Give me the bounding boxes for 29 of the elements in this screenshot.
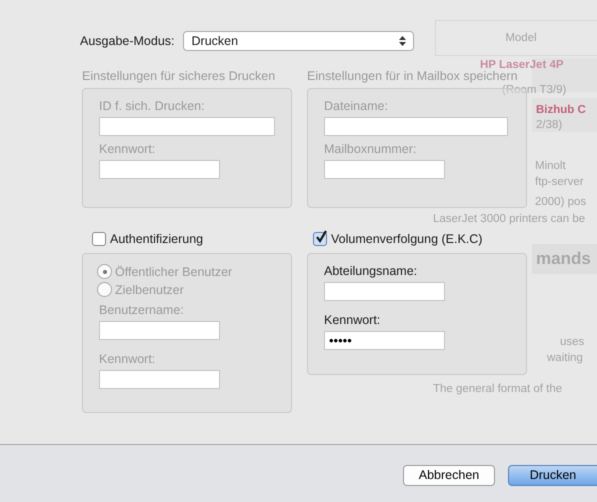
paragraph-text: LaserJet 3000 printers can be	[433, 213, 586, 225]
field-label: Kennwort:	[99, 142, 156, 156]
field-label: Kennwort:	[324, 313, 380, 327]
output-mode-select[interactable]: Drucken	[182, 31, 414, 51]
room-text: 2/38)	[536, 119, 562, 131]
cancel-button[interactable]: Abbrechen	[403, 464, 495, 486]
paragraph-text: waiting	[547, 352, 583, 364]
input-field[interactable]	[324, 282, 445, 301]
section-title: Einstellungen für in Mailbox speichern	[307, 69, 518, 83]
field-label: Abteilungsname:	[324, 264, 418, 278]
field-label: Benutzername:	[99, 303, 184, 317]
field-label: Dateiname:	[324, 99, 388, 113]
paragraph-text: Minolt	[535, 160, 566, 172]
paragraph-text: ftp-server	[535, 176, 584, 188]
print-button[interactable]: Drucken	[508, 464, 597, 486]
output-mode-label: Ausgabe-Modus:	[80, 34, 175, 48]
updown-arrows-icon	[398, 36, 406, 46]
section-title: Einstellungen für sicheres Drucken	[82, 69, 276, 83]
paragraph-text: The general format of the	[433, 383, 562, 395]
printer-name: Bizhub C	[536, 104, 586, 116]
printer-name: HP LaserJet 4P	[480, 59, 564, 71]
paragraph-text: uses	[560, 336, 584, 348]
field-label: ID f. sich. Drucken:	[99, 99, 205, 113]
checkbox[interactable]: Volumenverfolgung (E.K.C)	[313, 232, 482, 246]
field-label: Mailboxnummer:	[324, 142, 416, 156]
paragraph-text: 2000) pos	[535, 196, 586, 208]
field-label: Kennwort:	[99, 352, 156, 366]
table-header: Model	[435, 20, 597, 56]
input-field[interactable]: •••••	[324, 331, 445, 350]
